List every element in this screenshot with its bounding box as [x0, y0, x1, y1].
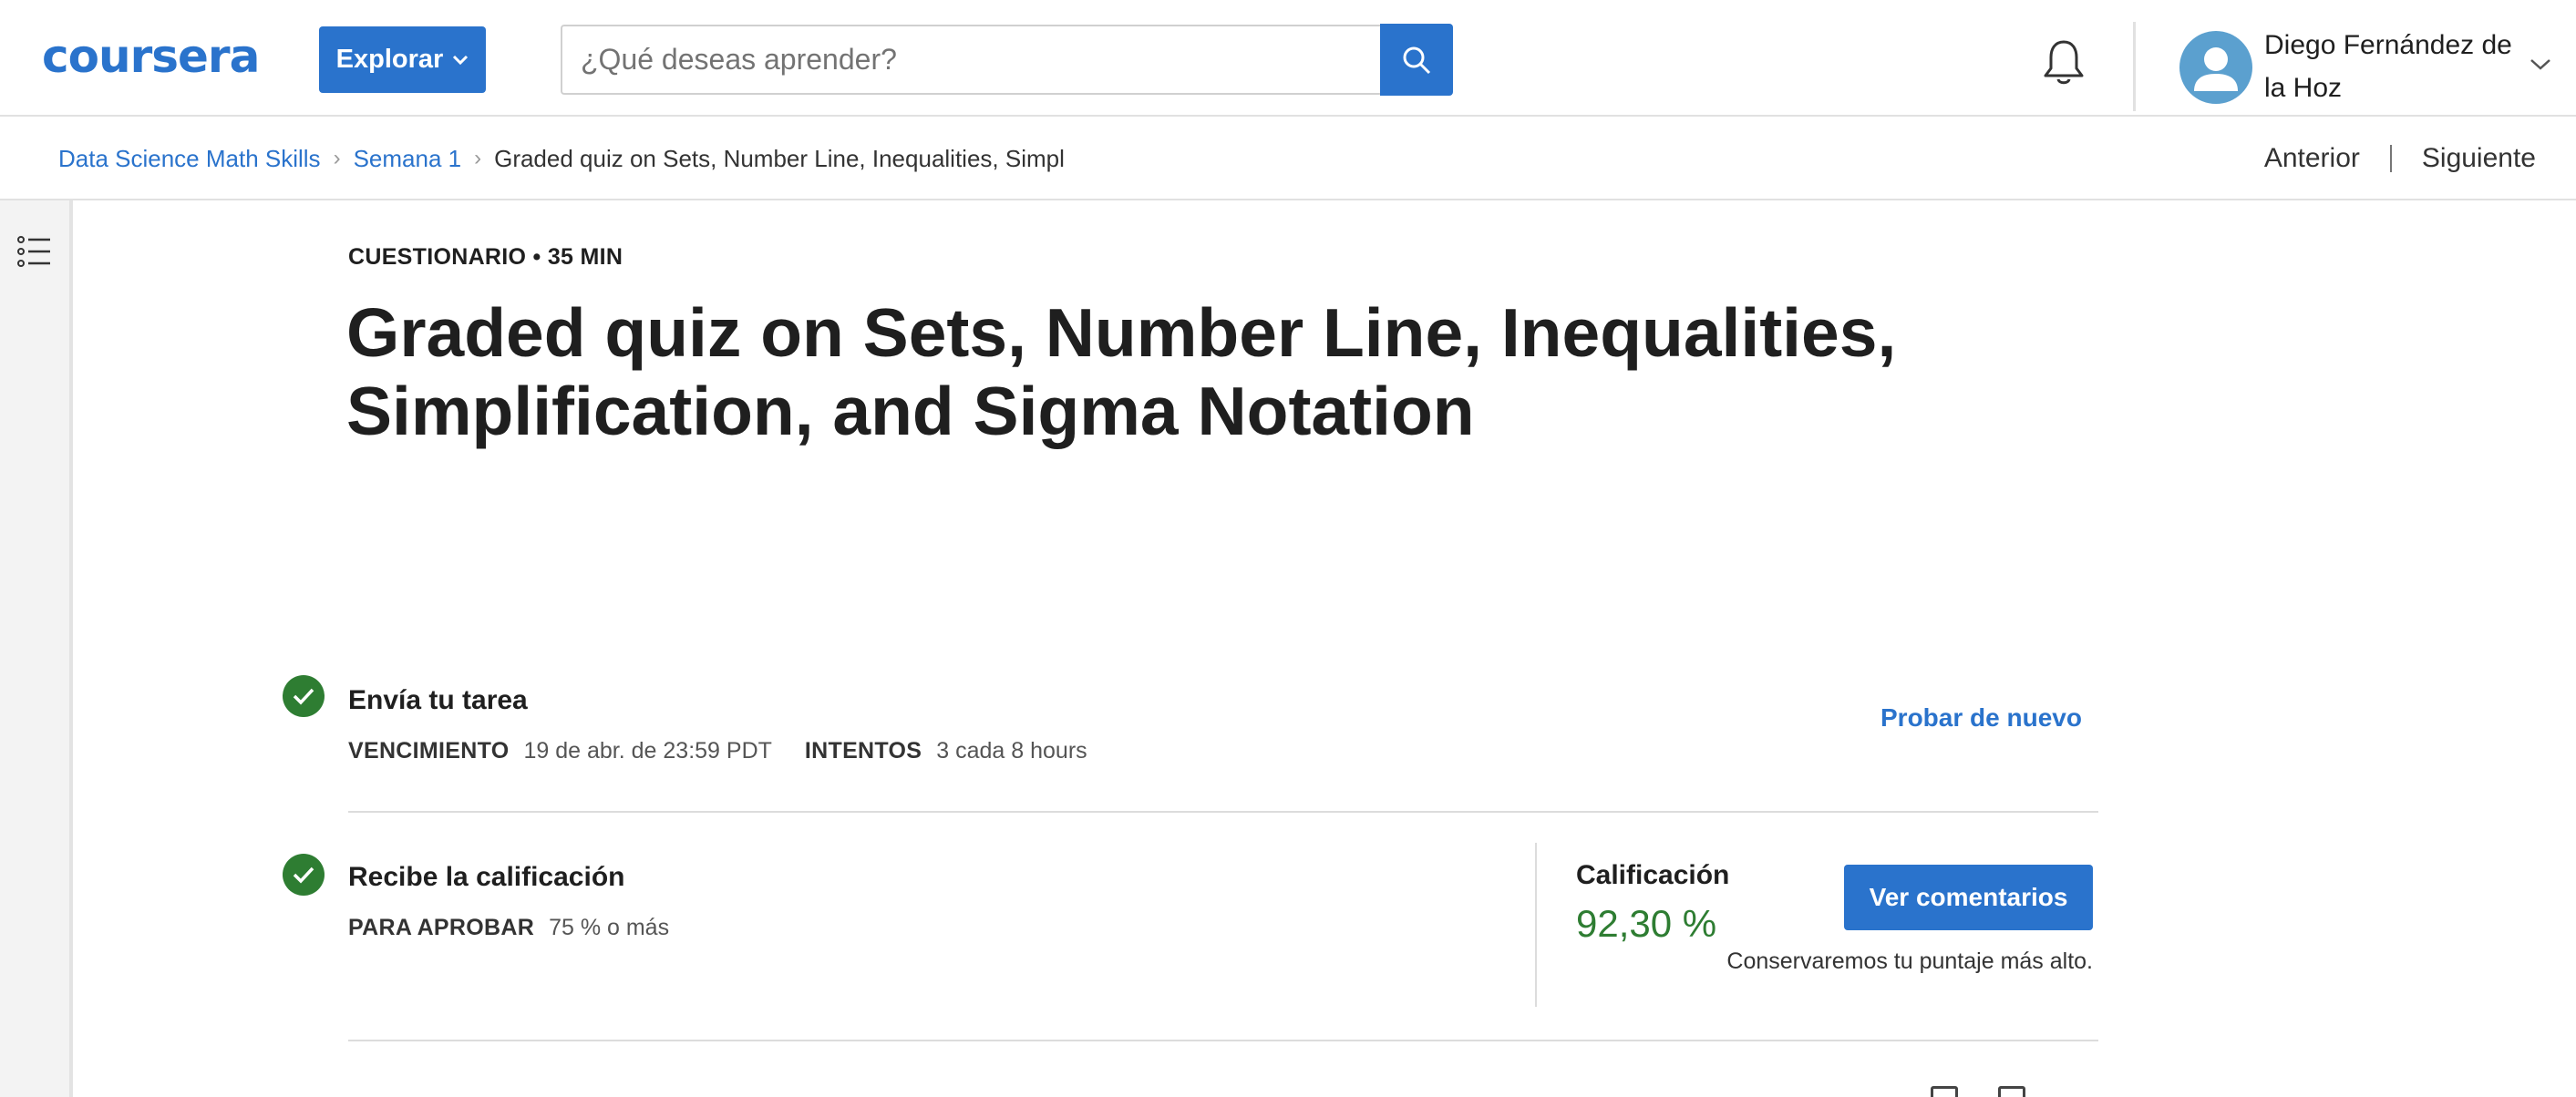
- user-name[interactable]: Diego Fernández de la Hoz: [2264, 24, 2529, 109]
- section-divider: [348, 1040, 2098, 1041]
- grade-value: 92,30 %: [1576, 902, 1717, 945]
- header-divider: [2133, 22, 2136, 111]
- submit-section-title: Envía tu tarea: [348, 685, 528, 715]
- pager-divider: [2389, 145, 2392, 172]
- search-icon: [1403, 46, 1431, 74]
- breadcrumb-bar: Data Science Math Skills › Semana 1 › Gr…: [0, 117, 2576, 200]
- bell-icon: [2044, 40, 2084, 85]
- page-title: Graded quiz on Sets, Number Line, Inequa…: [346, 294, 1897, 449]
- breadcrumb-week[interactable]: Semana 1: [354, 145, 462, 173]
- chevron-down-icon[interactable]: [2529, 56, 2552, 73]
- user-avatar-icon[interactable]: [2179, 31, 2252, 104]
- toolbar-icon[interactable]: [1931, 1086, 1958, 1097]
- chevron-down-icon: [453, 55, 469, 65]
- top-header: coursera Explorar Diego Fernández de la …: [0, 0, 2576, 117]
- due-value: 19 de abr. de 23:59 PDT: [523, 738, 772, 764]
- section-divider: [348, 811, 2098, 813]
- due-label: VENCIMIENTO: [348, 738, 510, 764]
- grade-label: Calificación: [1576, 860, 1730, 890]
- notifications-button[interactable]: [2038, 36, 2089, 87]
- view-feedback-button[interactable]: Ver comentarios: [1844, 865, 2093, 930]
- toolbar-icon[interactable]: [1998, 1086, 2026, 1097]
- chevron-right-icon: ›: [474, 146, 482, 170]
- left-rail: [0, 200, 73, 1097]
- pager: Anterior Siguiente: [2264, 117, 2536, 200]
- user-name-line1: Diego Fernández de: [2264, 30, 2512, 60]
- previous-link[interactable]: Anterior: [2264, 143, 2360, 174]
- check-circle-icon: [283, 854, 325, 896]
- submit-details: VENCIMIENTO 19 de abr. de 23:59 PDT INTE…: [348, 738, 1120, 764]
- coursera-logo[interactable]: coursera: [42, 29, 260, 84]
- explore-button-label: Explorar: [335, 45, 444, 74]
- bottom-toolbar: [1931, 1086, 2095, 1097]
- attempts-value: 3 cada 8 hours: [936, 738, 1087, 764]
- grade-details: PARA APROBAR 75 % o más: [348, 915, 702, 941]
- pass-value: 75 % o más: [549, 915, 670, 940]
- explore-button[interactable]: Explorar: [319, 26, 486, 93]
- breadcrumb: Data Science Math Skills › Semana 1 › Gr…: [58, 117, 1065, 200]
- grade-section-title: Recibe la calificación: [348, 862, 625, 892]
- attempts-label: INTENTOS: [804, 738, 922, 764]
- retry-button[interactable]: Probar de nuevo: [1880, 703, 2082, 733]
- pass-label: PARA APROBAR: [348, 915, 535, 940]
- search-button[interactable]: [1380, 24, 1453, 96]
- user-name-line2: la Hoz: [2264, 73, 2343, 103]
- grade-divider: [1535, 843, 1537, 1007]
- breadcrumb-current: Graded quiz on Sets, Number Line, Inequa…: [494, 144, 1065, 172]
- check-circle-icon: [283, 675, 325, 717]
- next-link[interactable]: Siguiente: [2422, 143, 2536, 174]
- breadcrumb-course[interactable]: Data Science Math Skills: [58, 145, 321, 173]
- chevron-right-icon: ›: [333, 146, 341, 170]
- quiz-meta: CUESTIONARIO • 35 MIN: [348, 244, 623, 270]
- highest-score-note: Conservaremos tu puntaje más alto.: [1726, 948, 2093, 974]
- search-input[interactable]: [561, 25, 1381, 95]
- list-menu-icon[interactable]: [16, 233, 53, 270]
